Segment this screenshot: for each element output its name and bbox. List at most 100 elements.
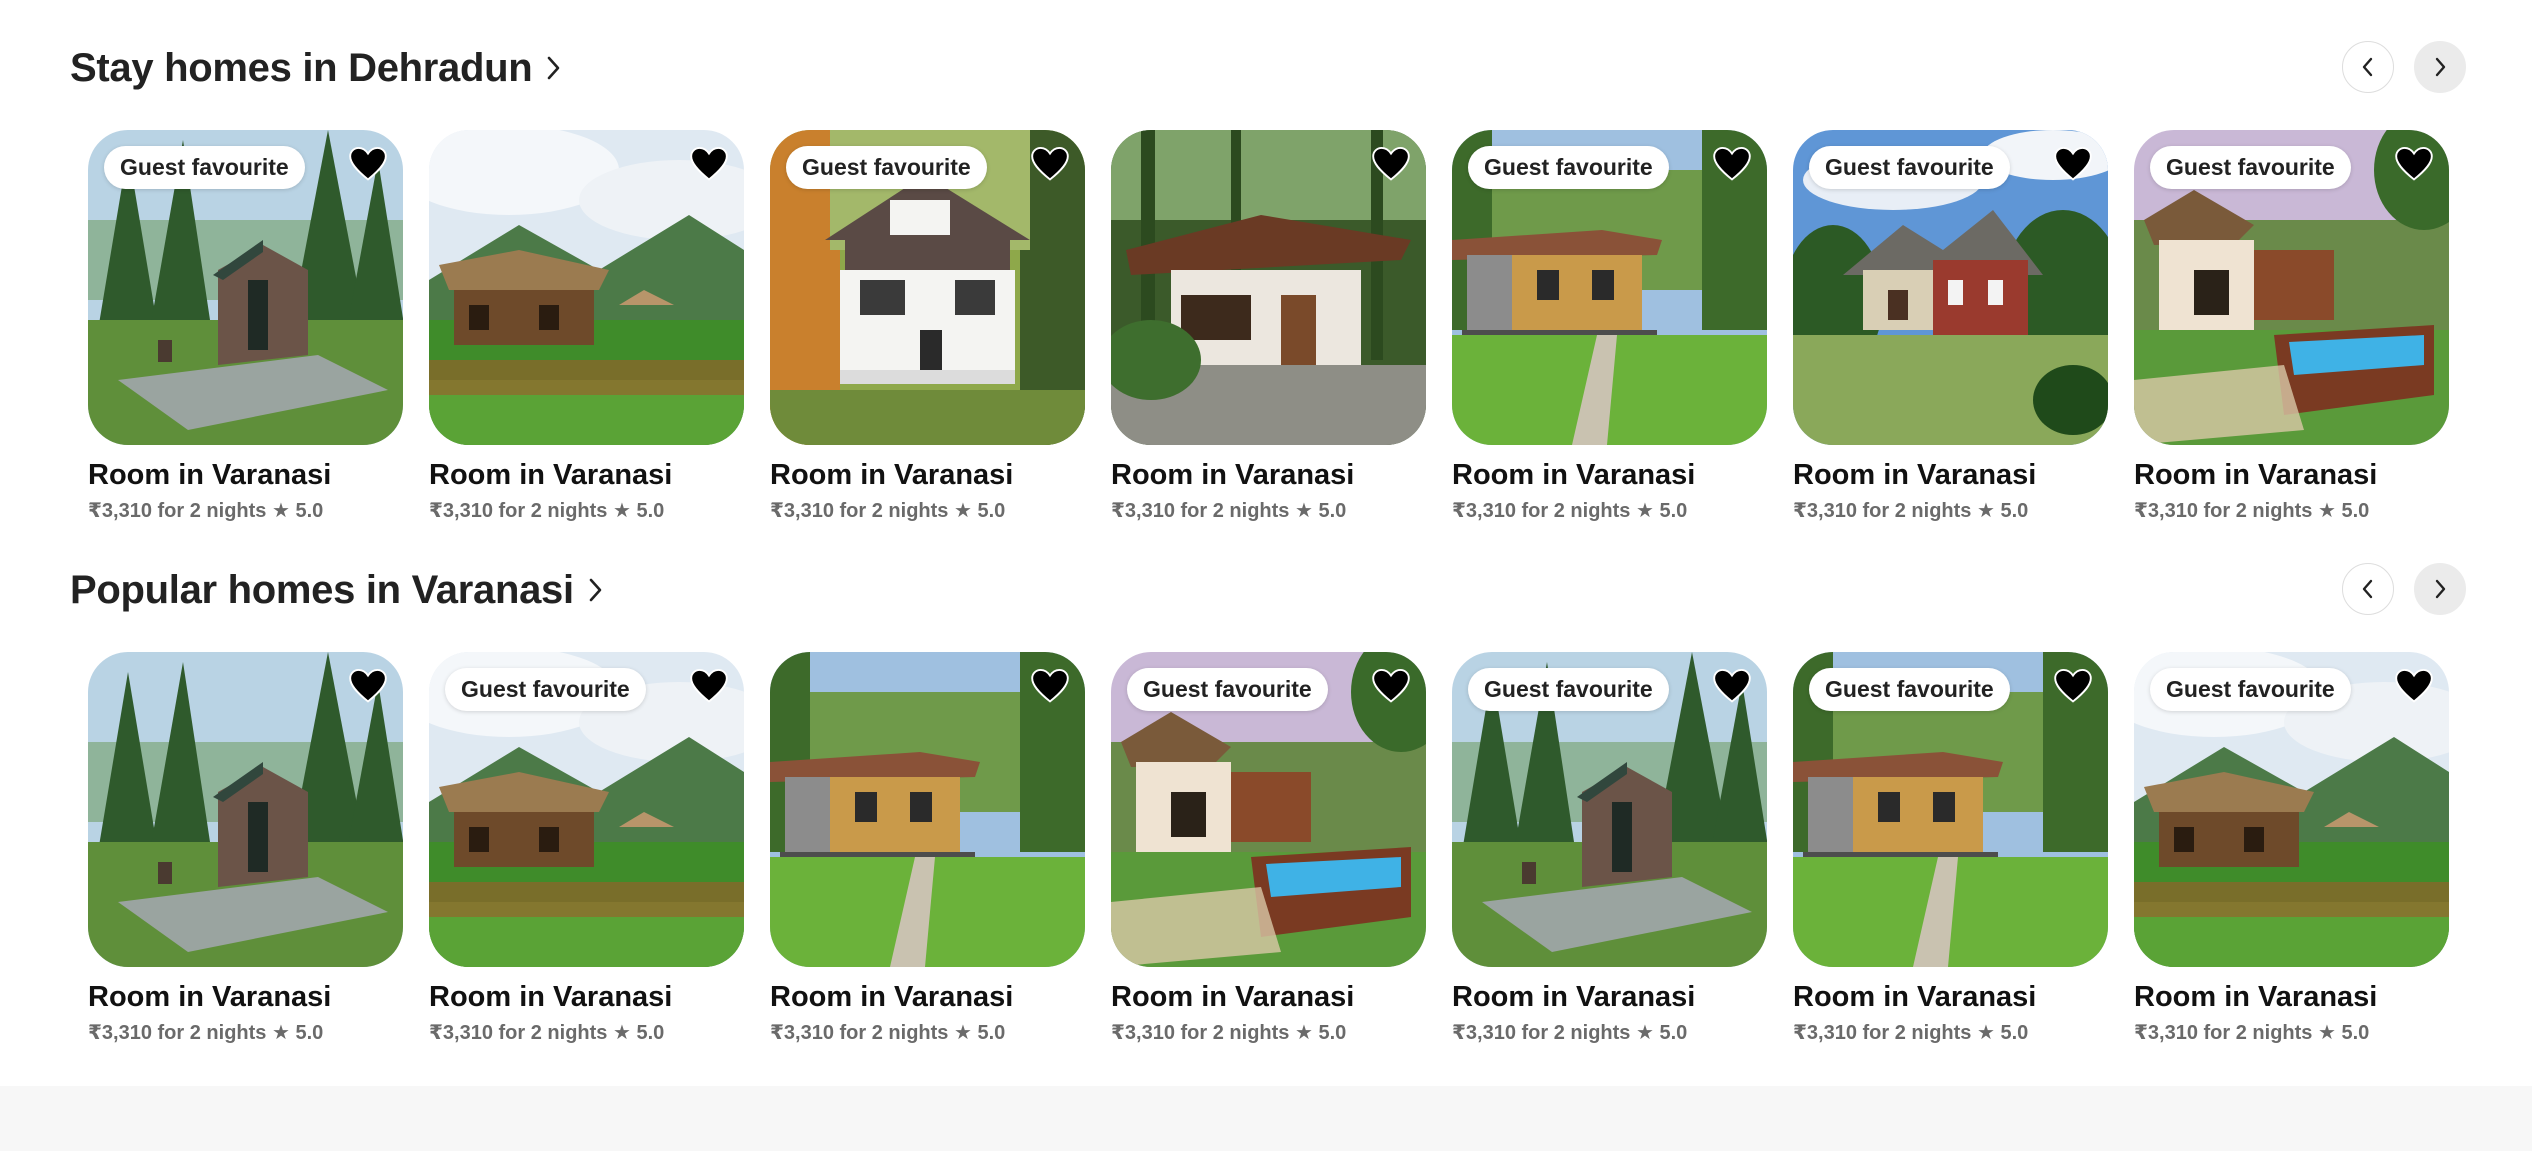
listing-photo[interactable]: Guest favourite [2134, 652, 2449, 967]
listing-title: Room in Varanasi [88, 981, 332, 1013]
heart-icon[interactable] [2395, 146, 2433, 182]
guest-favourite-badge: Guest favourite [1127, 668, 1328, 711]
heart-icon[interactable] [1713, 146, 1751, 182]
section-title[interactable]: Stay homes in Dehradun [70, 46, 533, 91]
heart-icon[interactable] [2395, 668, 2433, 704]
listing-photo[interactable] [1111, 130, 1426, 445]
listing-card[interactable]: Guest favourite Room in Varanasi ₹3,310 f… [1111, 652, 1426, 1045]
carousel-next-button[interactable] [2414, 41, 2466, 93]
listing-photo[interactable]: Guest favourite [1793, 652, 2108, 967]
listing-card[interactable]: Room in Varanasi ₹3,310 for 2 nights ★ 5.… [88, 652, 403, 1045]
listing-price-rating: ₹3,310 for 2 nights ★ 5.0 [1793, 500, 2029, 522]
listing-price-rating: ₹3,310 for 2 nights ★ 5.0 [88, 1022, 324, 1044]
chevron-left-icon [2362, 57, 2373, 77]
guest-favourite-badge: Guest favourite [1809, 668, 2010, 711]
listing-price-rating: ₹3,310 for 2 nights ★ 5.0 [1111, 500, 1347, 522]
listing-carousel: Room in Varanasi ₹3,310 for 2 nights ★ 5.… [88, 652, 2449, 1045]
listing-photo[interactable]: Guest favourite [1452, 652, 1767, 967]
chevron-right-icon[interactable] [588, 577, 604, 603]
chevron-right-icon [2435, 57, 2446, 77]
listing-price-rating: ₹3,310 for 2 nights ★ 5.0 [1452, 1022, 1688, 1044]
listing-card[interactable]: Guest favourite Room in Varanasi ₹3,310 f… [770, 130, 1085, 523]
listing-photo[interactable] [429, 130, 744, 445]
listing-price-rating: ₹3,310 for 2 nights ★ 5.0 [429, 1022, 665, 1044]
listing-title: Room in Varanasi [1452, 981, 1696, 1013]
listing-photo[interactable] [770, 652, 1085, 967]
listing-price-rating: ₹3,310 for 2 nights ★ 5.0 [2134, 1022, 2370, 1044]
heart-icon[interactable] [1372, 668, 1410, 704]
listing-title: Room in Varanasi [429, 981, 673, 1013]
listing-card[interactable]: Guest favourite Room in Varanasi ₹3,310 f… [1793, 652, 2108, 1045]
listing-title: Room in Varanasi [1793, 981, 2037, 1013]
listing-photo[interactable] [88, 652, 403, 967]
listing-card[interactable]: Room in Varanasi ₹3,310 for 2 nights ★ 5.… [429, 130, 744, 523]
listing-title: Room in Varanasi [1111, 981, 1355, 1013]
footer [0, 1086, 2532, 1151]
listing-price-rating: ₹3,310 for 2 nights ★ 5.0 [429, 500, 665, 522]
listing-photo[interactable]: Guest favourite [2134, 130, 2449, 445]
listing-photo[interactable]: Guest favourite [1793, 130, 2108, 445]
listing-photo[interactable]: Guest favourite [1452, 130, 1767, 445]
section-header[interactable]: Stay homes in Dehradun [70, 40, 562, 96]
listing-carousel: Guest favourite Room in Varanasi ₹3,310 f… [88, 130, 2449, 523]
listing-card[interactable]: Room in Varanasi ₹3,310 for 2 nights ★ 5.… [770, 652, 1085, 1045]
listings-page: Stay homes in Dehradun Guest favourite R… [0, 0, 2532, 1151]
heart-icon[interactable] [2054, 146, 2092, 182]
carousel-next-button[interactable] [2414, 563, 2466, 615]
listing-card[interactable]: Guest favourite Room in Varanasi ₹3,310 f… [2134, 130, 2449, 523]
listing-price-rating: ₹3,310 for 2 nights ★ 5.0 [770, 500, 1006, 522]
listing-title: Room in Varanasi [1111, 459, 1355, 491]
listing-title: Room in Varanasi [2134, 981, 2378, 1013]
guest-favourite-badge: Guest favourite [1468, 668, 1669, 711]
guest-favourite-badge: Guest favourite [104, 146, 305, 189]
carousel-nav [2342, 563, 2466, 615]
listing-title: Room in Varanasi [2134, 459, 2378, 491]
listing-price-rating: ₹3,310 for 2 nights ★ 5.0 [88, 500, 324, 522]
guest-favourite-badge: Guest favourite [2150, 668, 2351, 711]
guest-favourite-badge: Guest favourite [786, 146, 987, 189]
listing-title: Room in Varanasi [1452, 459, 1696, 491]
listing-card[interactable]: Guest favourite Room in Varanasi ₹3,310 f… [429, 652, 744, 1045]
heart-icon[interactable] [690, 146, 728, 182]
listing-title: Room in Varanasi [770, 981, 1014, 1013]
carousel-prev-button[interactable] [2342, 563, 2394, 615]
listing-photo[interactable]: Guest favourite [88, 130, 403, 445]
chevron-left-icon [2362, 579, 2373, 599]
listing-price-rating: ₹3,310 for 2 nights ★ 5.0 [1452, 500, 1688, 522]
listing-title: Room in Varanasi [770, 459, 1014, 491]
carousel-prev-button[interactable] [2342, 41, 2394, 93]
listing-price-rating: ₹3,310 for 2 nights ★ 5.0 [1111, 1022, 1347, 1044]
listing-card[interactable]: Guest favourite Room in Varanasi ₹3,310 f… [88, 130, 403, 523]
listing-title: Room in Varanasi [429, 459, 673, 491]
listing-price-rating: ₹3,310 for 2 nights ★ 5.0 [770, 1022, 1006, 1044]
guest-favourite-badge: Guest favourite [2150, 146, 2351, 189]
listing-photo[interactable]: Guest favourite [1111, 652, 1426, 967]
listing-card[interactable]: Guest favourite Room in Varanasi ₹3,310 f… [2134, 652, 2449, 1045]
heart-icon[interactable] [349, 668, 387, 704]
heart-icon[interactable] [349, 146, 387, 182]
heart-icon[interactable] [690, 668, 728, 704]
listing-photo[interactable]: Guest favourite [429, 652, 744, 967]
section-header[interactable]: Popular homes in Varanasi [70, 562, 604, 618]
heart-icon[interactable] [1372, 146, 1410, 182]
heart-icon[interactable] [1713, 668, 1751, 704]
heart-icon[interactable] [2054, 668, 2092, 704]
listing-title: Room in Varanasi [88, 459, 332, 491]
listing-photo[interactable]: Guest favourite [770, 130, 1085, 445]
listing-card[interactable]: Room in Varanasi ₹3,310 for 2 nights ★ 5.… [1111, 130, 1426, 523]
listing-card[interactable]: Guest favourite Room in Varanasi ₹3,310 f… [1452, 652, 1767, 1045]
carousel-nav [2342, 41, 2466, 93]
guest-favourite-badge: Guest favourite [1809, 146, 2010, 189]
chevron-right-icon [2435, 579, 2446, 599]
heart-icon[interactable] [1031, 146, 1069, 182]
chevron-right-icon[interactable] [546, 55, 562, 81]
listing-price-rating: ₹3,310 for 2 nights ★ 5.0 [2134, 500, 2370, 522]
guest-favourite-badge: Guest favourite [445, 668, 646, 711]
heart-icon[interactable] [1031, 668, 1069, 704]
listing-card[interactable]: Guest favourite Room in Varanasi ₹3,310 f… [1452, 130, 1767, 523]
listing-price-rating: ₹3,310 for 2 nights ★ 5.0 [1793, 1022, 2029, 1044]
listing-card[interactable]: Guest favourite Room in Varanasi ₹3,310 f… [1793, 130, 2108, 523]
guest-favourite-badge: Guest favourite [1468, 146, 1669, 189]
listing-title: Room in Varanasi [1793, 459, 2037, 491]
section-title[interactable]: Popular homes in Varanasi [70, 568, 574, 613]
